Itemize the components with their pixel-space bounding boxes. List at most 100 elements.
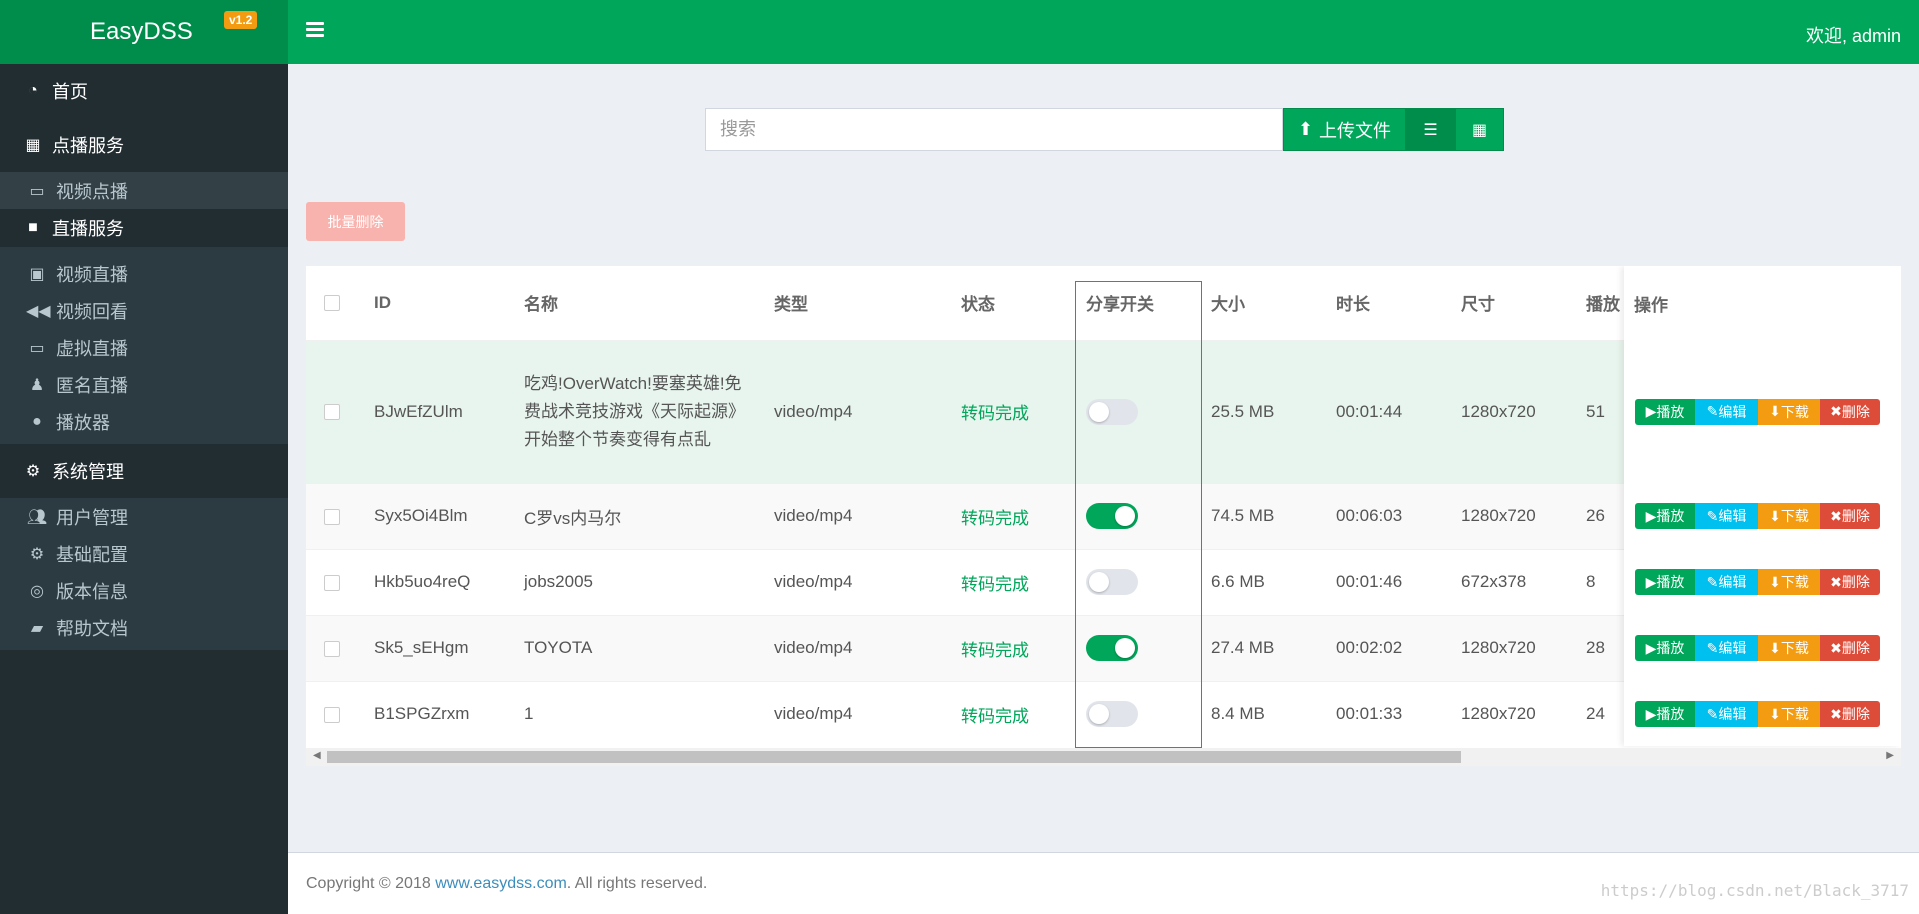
delete-button[interactable]: ✖ 删除 <box>1820 635 1880 661</box>
edit-button[interactable]: ✎ 编辑 <box>1695 701 1758 727</box>
share-toggle[interactable] <box>1086 701 1138 728</box>
cell-status: 转码完成 <box>961 482 1086 549</box>
edit-label: 编辑 <box>1718 574 1747 590</box>
sidebar-item-users[interactable]: 👥︎ 用户管理 <box>0 498 288 535</box>
upload-icon: ⬆ <box>1297 119 1314 139</box>
download-button[interactable]: ⬇ 下载 <box>1758 701 1820 727</box>
scrollbar-thumb[interactable] <box>327 751 1461 763</box>
upload-button[interactable]: ⬆ 上传文件 <box>1283 108 1406 151</box>
play-button[interactable]: ▶ 播放 <box>1635 503 1695 529</box>
menu-toggle-icon[interactable] <box>306 22 324 42</box>
sidebar-group-label: 系统管理 <box>52 462 124 482</box>
sidebar-item-label: 用户管理 <box>56 507 128 528</box>
edit-button[interactable]: ✎ 编辑 <box>1695 569 1758 595</box>
play-button[interactable]: ▶ 播放 <box>1635 635 1695 661</box>
download-button[interactable]: ⬇ 下载 <box>1758 503 1820 529</box>
col-header-name[interactable]: 名称 <box>524 266 774 341</box>
ops-column: 操作 ▶ 播放 ✎ 编辑 ⬇ 下载 ✖ 删除 ▶ 播放 ✎ 编辑 ⬇ 下载 ✖ … <box>1624 266 1901 746</box>
row-checkbox[interactable] <box>324 706 340 723</box>
upload-button-label: 上传文件 <box>1319 120 1392 141</box>
play-button[interactable]: ▶ 播放 <box>1635 701 1695 727</box>
batch-delete-button[interactable]: 批量删除 <box>306 202 405 241</box>
delete-button[interactable]: ✖ 删除 <box>1820 503 1880 529</box>
delete-button[interactable]: ✖ 删除 <box>1820 701 1880 727</box>
delete-label: 删除 <box>1841 574 1870 590</box>
sidebar-item-video-vod[interactable]: ▭ 视频点播 <box>0 172 288 209</box>
share-toggle[interactable] <box>1086 503 1138 529</box>
gears-icon: ⚙ <box>25 463 41 480</box>
cell-type: video/mp4 <box>774 680 961 747</box>
share-toggle[interactable] <box>1086 398 1138 425</box>
sidebar-item-anonymous-live[interactable]: ♟ 匿名直播 <box>0 366 288 403</box>
scroll-right-icon[interactable]: ▶ <box>1886 750 1894 761</box>
sidebar: ◔ 首页 ▦ 点播服务 ▭ 视频点播 ■ 直播服务 ▣ 视频直播 ◀◀ 视频回看… <box>0 64 288 914</box>
download-button[interactable]: ⬇ 下载 <box>1758 635 1820 661</box>
sidebar-group-live[interactable]: ■ 直播服务 <box>0 209 288 247</box>
sidebar-item-playback[interactable]: ◀◀ 视频回看 <box>0 292 288 329</box>
sidebar-item-player[interactable]: ● 播放器 <box>0 403 288 440</box>
site-link[interactable]: www.easydss.com <box>435 875 567 892</box>
search-bar: ⬆ 上传文件 ☰ ▦ <box>705 108 1504 151</box>
sidebar-item-label: 首页 <box>52 82 88 102</box>
edit-label: 编辑 <box>1718 706 1747 722</box>
select-all-checkbox[interactable] <box>324 295 340 312</box>
sidebar-group-vod[interactable]: ▦ 点播服务 <box>0 118 288 172</box>
cell-resolution: 1280x720 <box>1461 680 1586 747</box>
edit-button[interactable]: ✎ 编辑 <box>1695 635 1758 661</box>
col-header-type[interactable]: 类型 <box>774 266 961 341</box>
share-toggle[interactable] <box>1086 569 1138 595</box>
sidebar-group-label: 点播服务 <box>52 136 124 156</box>
grid-view-button[interactable]: ▦ <box>1455 108 1504 151</box>
sidebar-item-home[interactable]: ◔ 首页 <box>0 64 288 118</box>
play-button[interactable]: ▶ 播放 <box>1635 569 1695 595</box>
delete-button[interactable]: ✖ 删除 <box>1820 569 1880 595</box>
col-header-share[interactable]: 分享开关 <box>1086 266 1211 341</box>
delete-label: 删除 <box>1841 640 1870 656</box>
cell-id: BJwEfZUlm <box>374 339 524 483</box>
sidebar-item-basic-config[interactable]: ⚙ 基础配置 <box>0 535 288 572</box>
cell-size: 25.5 MB <box>1211 339 1336 483</box>
row-checkbox[interactable] <box>324 404 340 421</box>
welcome-user[interactable]: 欢迎, admin <box>1806 22 1901 48</box>
scroll-left-icon[interactable]: ◀ <box>313 750 321 761</box>
support-icon: ◎ <box>30 582 44 600</box>
row-checkbox[interactable] <box>324 508 340 525</box>
col-header-size[interactable]: 大小 <box>1211 266 1336 341</box>
download-button[interactable]: ⬇ 下载 <box>1758 569 1820 595</box>
share-toggle[interactable] <box>1086 635 1138 661</box>
sidebar-group-system[interactable]: ⚙ 系统管理 <box>0 444 288 498</box>
sidebar-item-version[interactable]: ◎ 版本信息 <box>0 572 288 609</box>
col-header-resolution[interactable]: 尺寸 <box>1461 266 1586 341</box>
edit-button[interactable]: ✎ 编辑 <box>1695 503 1758 529</box>
cell-name: 吃鸡!OverWatch!要塞英雄!免费战术竞技游戏《天际起源》开始整个节奏变得… <box>524 339 774 483</box>
sidebar-item-help[interactable]: ▰ 帮助文档 <box>0 609 288 646</box>
edit-button[interactable]: ✎ 编辑 <box>1695 398 1758 425</box>
cell-duration: 00:06:03 <box>1336 482 1461 549</box>
delete-label: 删除 <box>1841 508 1870 524</box>
sidebar-item-label: 版本信息 <box>56 581 128 602</box>
download-button[interactable]: ⬇ 下载 <box>1758 398 1820 425</box>
sidebar-item-virtual-live[interactable]: ▭ 虚拟直播 <box>0 329 288 366</box>
delete-button[interactable]: ✖ 删除 <box>1820 398 1880 425</box>
play-label: 播放 <box>1656 706 1685 722</box>
grid-icon: ▦ <box>1471 121 1488 139</box>
search-input[interactable] <box>705 108 1283 151</box>
horizontal-scrollbar[interactable]: ◀ ▶ <box>306 748 1901 766</box>
app-logo: EasyDSS <box>90 18 193 45</box>
cell-duration: 00:01:33 <box>1336 680 1461 747</box>
copyright-suffix: . All rights reserved. <box>566 875 708 892</box>
col-header-status[interactable]: 状态 <box>961 266 1086 341</box>
edit-label: 编辑 <box>1718 508 1747 524</box>
cell-duration: 00:01:46 <box>1336 548 1461 615</box>
play-button[interactable]: ▶ 播放 <box>1635 398 1695 425</box>
col-header-duration[interactable]: 时长 <box>1336 266 1461 341</box>
col-header-id[interactable]: ID <box>374 266 524 341</box>
list-view-button[interactable]: ☰ <box>1406 108 1455 151</box>
sidebar-item-live-video[interactable]: ▣ 视频直播 <box>0 255 288 292</box>
row-checkbox[interactable] <box>324 640 340 657</box>
row-checkbox[interactable] <box>324 574 340 591</box>
cell-type: video/mp4 <box>774 614 961 681</box>
sidebar-group-label: 直播服务 <box>52 219 124 239</box>
logo-area[interactable]: EasyDSS v1.2 <box>0 0 288 64</box>
sidebar-live-submenu: ▣ 视频直播 ◀◀ 视频回看 ▭ 虚拟直播 ♟ 匿名直播 ● 播放器 <box>0 247 288 444</box>
